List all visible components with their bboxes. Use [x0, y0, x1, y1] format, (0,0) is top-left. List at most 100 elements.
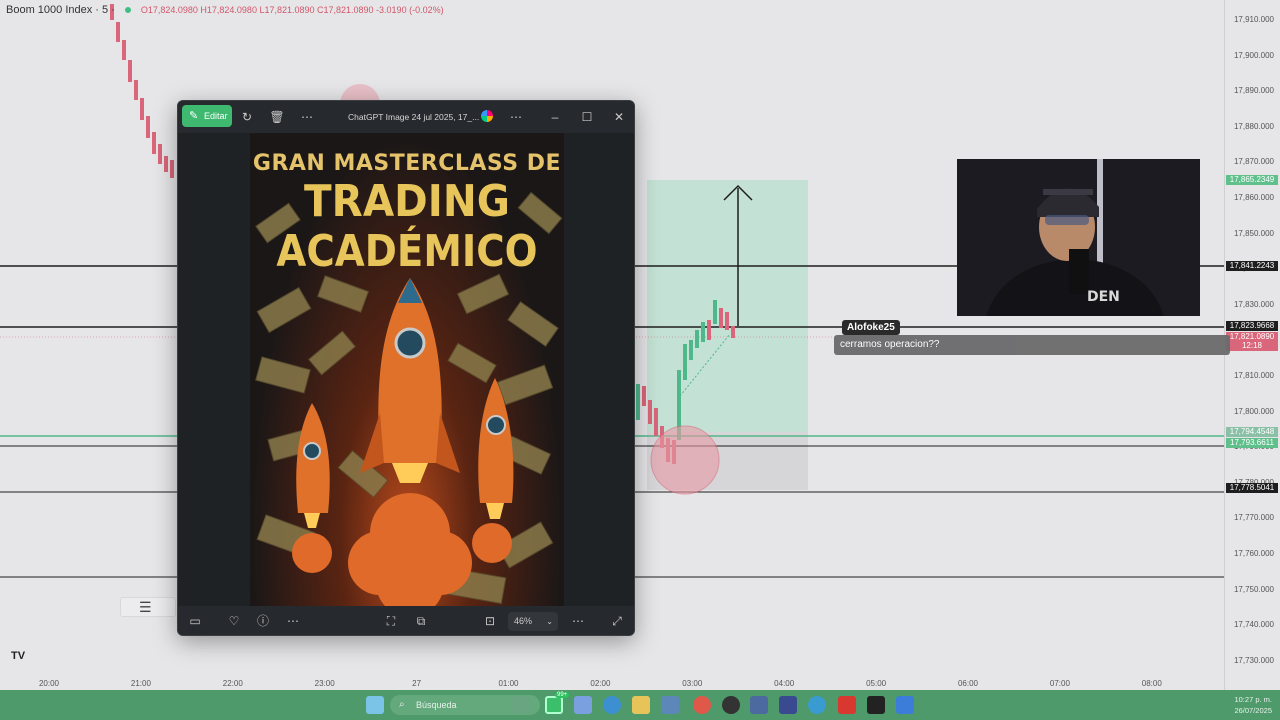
close-icon[interactable]: ✕ [610, 108, 628, 126]
poster-headline-2: TRADING [304, 176, 510, 227]
widgets-icon[interactable] [512, 696, 530, 714]
time-axis-label: 05:00 [866, 679, 887, 688]
more-options-icon[interactable]: ⋯ [569, 612, 587, 630]
price-axis-label: 17,800.000 [1233, 406, 1274, 416]
app-icon[interactable] [779, 696, 797, 714]
youtube-icon[interactable] [838, 696, 856, 714]
notification-badge: 99+ [555, 692, 570, 698]
time-axis-label: 07:00 [1049, 679, 1070, 688]
tools-icon[interactable] [896, 696, 914, 714]
price-tag: 17,793.6611 [1226, 438, 1278, 448]
clock-time: 10:27 p. m. [1234, 695, 1272, 704]
time-axis-label: 06:00 [957, 679, 979, 688]
chrome-icon[interactable] [693, 696, 711, 714]
webcam-feed: DEN [957, 159, 1200, 316]
main-rocket [360, 278, 460, 483]
price-axis-label: 17,770.000 [1233, 513, 1274, 523]
file-name: ChatGPT Image 24 jul 2025, 17_... [348, 112, 480, 122]
price-axis-label: 17,830.000 [1233, 299, 1274, 309]
telegram-icon[interactable] [808, 696, 826, 714]
search-placeholder: Búsqueda [416, 700, 457, 710]
trash-icon[interactable]: 🗑 [268, 108, 286, 126]
price-tag: 12:18 [1226, 341, 1278, 351]
chat-message: cerramos operacion?? [834, 335, 1230, 355]
price-axis-label: 17,910.000 [1233, 15, 1274, 24]
price-axis-label: 17,900.000 [1233, 50, 1274, 60]
heart-icon[interactable]: ♡ [225, 612, 243, 630]
price-axis-label: 17,740.000 [1233, 620, 1274, 630]
time-axis-label: 02:00 [590, 679, 611, 688]
info-icon[interactable]: ⓘ [254, 612, 272, 630]
fullscreen-icon[interactable]: ⤢ [608, 612, 626, 630]
time-axis-label: 22:00 [222, 679, 243, 688]
entry-circle [650, 425, 720, 495]
system-clock[interactable]: 10:27 p. m. 26/07/2025 [1234, 694, 1272, 716]
rotate-icon[interactable]: ↻ [238, 108, 256, 126]
zoom-value: 46% [514, 616, 533, 626]
chart-header: Boom 1000 Index · 5 · O17,824.0980 H17,8… [6, 4, 444, 16]
time-axis-label: 08:00 [1141, 679, 1162, 688]
time-axis-label: 21:00 [130, 679, 151, 688]
zoom-dropdown[interactable]: 46% ⌄ [508, 612, 558, 631]
drawing-toolbar-button[interactable]: ☰ [120, 597, 176, 617]
copilot-icon[interactable] [481, 110, 493, 122]
price-tag: 17,778.5041 [1226, 483, 1278, 493]
price-axis-label: 17,860.000 [1233, 193, 1274, 202]
market-open-indicator [124, 7, 131, 13]
chat-app-icon[interactable]: 99+ [545, 692, 570, 714]
viewer-bottom-toolbar: ▭ ♡ ⓘ ⋯ ⛶ ⧉ ⊡ 46% ⌄ ⋯ ⤢ [178, 606, 634, 635]
time-axis-label: 27 [412, 679, 422, 688]
candles-left [110, 4, 174, 178]
viewer-titlebar[interactable]: ✎ Editar ↻ 🗑 ⋯ ChatGPT Image 24 jul 2025… [178, 101, 634, 133]
price-tag: 17,865.2349 [1226, 175, 1278, 185]
streamer-image: DEN [957, 159, 1200, 316]
symbol-title[interactable]: Boom 1000 Index · 5 · [6, 4, 115, 16]
pencil-icon: ✎ [189, 110, 199, 122]
price-axis-label: 17,750.000 [1233, 584, 1274, 594]
time-axis-label: 20:00 [38, 679, 60, 688]
price-axis-label: 17,810.000 [1233, 371, 1274, 380]
compare-icon[interactable]: ⧉ [412, 612, 430, 630]
edge-icon[interactable] [603, 696, 621, 714]
svg-text:DEN: DEN [1087, 289, 1120, 305]
fit-screen-icon[interactable]: ⛶ [382, 612, 400, 630]
price-axis-label: 17,880.000 [1233, 121, 1274, 131]
more-options-icon[interactable]: ⋯ [507, 108, 525, 126]
price-axis-label: 17,890.000 [1233, 86, 1274, 96]
more-options-icon[interactable]: ⋯ [284, 612, 302, 630]
price-axis[interactable]: 17,910.000 17,900.000 17,890.000 17,880.000… [1224, 0, 1280, 690]
capcut-icon[interactable] [867, 696, 885, 714]
price-axis-label: 17,730.000 [1233, 655, 1274, 665]
photos-icon[interactable] [750, 696, 768, 714]
store-icon[interactable] [661, 696, 679, 714]
tradingview-logo[interactable]: TV [11, 650, 25, 662]
photos-viewer-window[interactable]: ✎ Editar ↻ 🗑 ⋯ ChatGPT Image 24 jul 2025… [177, 100, 635, 636]
obs-icon[interactable] [722, 696, 740, 714]
edit-button[interactable]: ✎ Editar [182, 105, 232, 127]
price-tag: 17,841.2243 [1226, 261, 1278, 271]
position-profit-zone [647, 180, 808, 432]
minimize-icon[interactable]: – [546, 108, 564, 126]
actual-size-icon[interactable]: ⊡ [481, 612, 499, 630]
price-axis-label: 17,760.000 [1233, 549, 1274, 558]
time-axis[interactable]: 20:00 21:00 22:00 23:00 27 01:00 02:00 03:00 04:… [0, 676, 1224, 690]
filmstrip-icon[interactable]: ▭ [186, 612, 204, 630]
price-axis-label: 17,850.000 [1233, 228, 1274, 238]
windows-taskbar: ⌕ Búsqueda 99+ 10:27 p. m. 26/07/2025 [0, 690, 1280, 720]
time-axis-label: 03:00 [682, 679, 703, 688]
file-explorer-icon[interactable] [632, 696, 650, 714]
maximize-icon[interactable]: ☐ [578, 108, 596, 126]
time-axis-label: 01:00 [498, 679, 519, 688]
chevron-down-icon: ⌄ [546, 617, 553, 626]
clock-date: 26/07/2025 [1234, 706, 1272, 715]
price-tag: 17,794.4548 [1226, 427, 1278, 437]
edit-button-label: Editar [204, 111, 228, 121]
time-axis-label: 23:00 [314, 679, 335, 688]
start-icon[interactable] [366, 696, 384, 714]
more-options-icon[interactable]: ⋯ [298, 108, 316, 126]
search-icon: ⌕ [399, 699, 405, 710]
copilot-taskbar-icon[interactable] [574, 696, 592, 714]
poster-headline-3: ACADÉMICO [276, 226, 538, 277]
chat-username: Alofoke25 [842, 320, 900, 335]
poster-image: GRAN MASTERCLASS DE TRADING ACADÉMICO [250, 133, 564, 606]
